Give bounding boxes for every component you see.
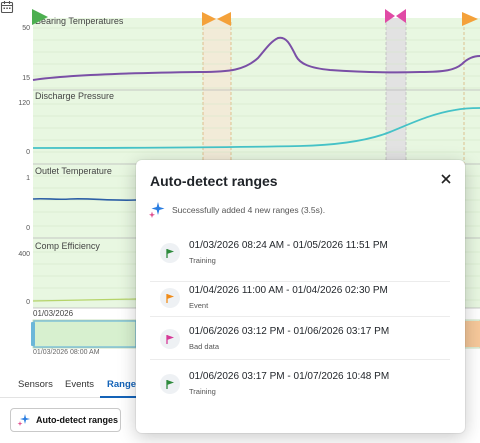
range-type: Bad data: [189, 342, 220, 351]
axis-tick: 0: [26, 149, 30, 156]
range-dates: 01/04/2026 11:00 AM - 01/04/2026 02:30 P…: [189, 285, 388, 296]
success-text: Successfully added 4 new ranges (3.5s).: [172, 205, 326, 215]
chart-start-date: 01/03/2026: [33, 309, 74, 318]
sparkle-icon: [149, 202, 165, 218]
event-flag-marker-right[interactable]: [462, 12, 480, 28]
tab-bar: Sensors Events Ranges: [0, 372, 141, 398]
active-tab-indicator: [100, 396, 138, 398]
axis-tick: 0: [26, 299, 30, 306]
axis-tick: 15: [22, 75, 30, 82]
training-flag-marker[interactable]: [30, 9, 50, 25]
axis-tick: 50: [22, 25, 30, 32]
auto-detect-ranges-button[interactable]: Auto-detect ranges: [10, 408, 121, 432]
tab-sensors[interactable]: Sensors: [18, 379, 53, 390]
axis-tick: 120: [18, 100, 30, 107]
range-type: Training: [189, 387, 216, 396]
range-item[interactable]: 01/04/2026 11:00 AM - 01/04/2026 02:30 P…: [150, 280, 450, 324]
range-dates: 01/06/2026 03:12 PM - 01/06/2026 03:17 P…: [189, 326, 390, 337]
axis-tick: 0: [26, 225, 30, 232]
axis-tick: 400: [18, 251, 30, 258]
bad-data-flag-marker[interactable]: [385, 9, 407, 25]
tab-events[interactable]: Events: [65, 379, 94, 390]
close-icon[interactable]: [439, 172, 453, 186]
flag-icon: [160, 288, 180, 308]
range-type: Event: [189, 301, 209, 310]
navigator-event-segment: [464, 321, 480, 347]
range-dates: 01/06/2026 03:17 PM - 01/07/2026 10:48 P…: [189, 371, 390, 382]
range-item[interactable]: 01/06/2026 03:17 PM - 01/07/2026 10:48 P…: [150, 366, 450, 410]
navigator-left-handle: [31, 322, 35, 346]
flag-icon: [160, 374, 180, 394]
range-item[interactable]: 01/03/2026 08:24 AM - 01/05/2026 11:51 P…: [150, 235, 450, 279]
calendar-icon[interactable]: [0, 0, 14, 14]
event-flag-marker[interactable]: [202, 12, 232, 28]
panel-title-efficiency: Comp Efficiency: [35, 241, 100, 251]
navigator-date: 01/03/2026 08:00 AM: [33, 349, 100, 356]
flag-icon: [160, 243, 180, 263]
modal-title: Auto-detect ranges: [150, 173, 278, 189]
range-type: Training: [189, 256, 216, 265]
divider: [150, 316, 450, 317]
panel-title-outlet: Outlet Temperature: [35, 166, 112, 176]
sparkle-icon: [17, 414, 30, 426]
auto-detect-modal: Auto-detect ranges Successfully added 4 …: [136, 160, 465, 433]
axis-tick: 1: [26, 175, 30, 182]
divider: [150, 359, 450, 360]
auto-detect-button-label: Auto-detect ranges: [36, 415, 119, 425]
panel-title-discharge: Discharge Pressure: [35, 91, 115, 101]
success-message: Successfully added 4 new ranges (3.5s).: [148, 201, 325, 219]
flag-icon: [160, 329, 180, 349]
range-dates: 01/03/2026 08:24 AM - 01/05/2026 11:51 P…: [189, 240, 388, 251]
navigator-selection: [33, 320, 137, 348]
